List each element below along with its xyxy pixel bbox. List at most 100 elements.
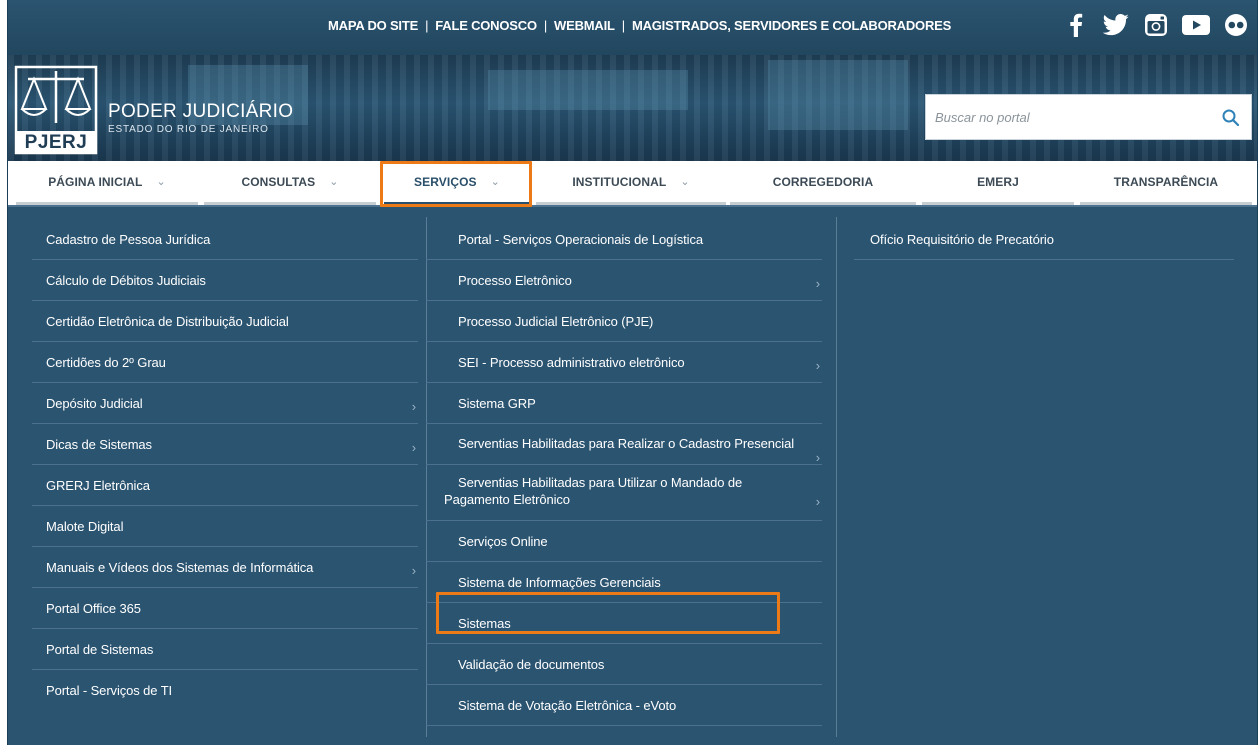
menu-item-grerj-eletronica[interactable]: GRERJ Eletrônica	[32, 465, 418, 506]
menu-item-portal-logistica[interactable]: Portal - Serviços Operacionais de Logíst…	[426, 219, 822, 260]
menu-item-malote-digital[interactable]: Malote Digital	[32, 506, 418, 547]
main-nav: PÁGINA INICIAL ⌄ CONSULTAS ⌄ SERVIÇOS ⌄ INS…	[8, 161, 1257, 205]
nav-label: TRANSPARÊNCIA	[1113, 174, 1219, 189]
chevron-down-icon: ⌄	[329, 176, 339, 188]
chevron-right-icon: ›	[815, 450, 820, 465]
menu-item-label: Serviços Online	[458, 533, 548, 549]
site-map-link[interactable]: MAPA DO SITE	[328, 18, 418, 33]
menu-item-label: Serventias Habilitadas para Realizar o C…	[458, 436, 794, 451]
menu-item-servicos-online[interactable]: Serviços Online	[426, 521, 822, 562]
nav-label: INSTITUCIONAL	[572, 174, 667, 189]
banner-decoration	[768, 60, 908, 130]
chevron-down-icon: ⌄	[490, 176, 500, 188]
menu-item-portal-servicos-ti[interactable]: Portal - Serviços de TI	[32, 670, 418, 711]
page-frame: MAPA DO SITE | FALE CONOSCO | WEBMAIL | MAGIST…	[7, 0, 1258, 745]
menu-item-cadastro-pessoa-juridica[interactable]: Cadastro de Pessoa Jurídica	[32, 219, 418, 260]
menu-item-processo-eletronico[interactable]: Processo Eletrônico ›	[426, 260, 822, 301]
menu-item-sistemas[interactable]: Sistemas	[426, 603, 822, 644]
menu-item-certidoes-2-grau[interactable]: Certidões do 2º Grau	[32, 342, 418, 383]
menu-item-dicas-sistemas[interactable]: Dicas de Sistemas ›	[32, 424, 418, 465]
menu-item-label: Processo Eletrônico	[458, 272, 572, 288]
nav-item-institucional[interactable]: INSTITUCIONAL ⌄	[536, 161, 726, 205]
search-input[interactable]	[926, 95, 1196, 139]
flickr-icon[interactable]	[1222, 12, 1250, 38]
nav-item-corregedoria[interactable]: CORREGEDORIA	[730, 161, 916, 205]
menu-item-label: Dicas de Sistemas	[46, 436, 152, 452]
menu-item-certidao-eletronica[interactable]: Certidão Eletrônica de Distribuição Judi…	[32, 301, 418, 342]
nav-label: CORREGEDORIA	[772, 174, 874, 189]
scales-of-justice-icon: PJERJ	[14, 65, 98, 155]
nav-item-consultas[interactable]: CONSULTAS ⌄	[204, 161, 376, 205]
menu-item-sei[interactable]: SEI - Processo administrativo eletrônico…	[426, 342, 822, 383]
menu-item-label: Depósito Judicial	[46, 395, 143, 411]
brand-title: PODER JUDICIÁRIO	[108, 101, 294, 122]
menu-item-label: Processo Judicial Eletrônico (PJE)	[458, 313, 654, 329]
menu-item-sistema-grp[interactable]: Sistema GRP	[426, 383, 822, 424]
facebook-icon[interactable]	[1062, 12, 1090, 38]
nav-item-transparencia[interactable]: TRANSPARÊNCIA	[1080, 161, 1252, 205]
pjerj-logo[interactable]: PJERJ PODER JUDICIÁRIO ESTADO DO RIO DE …	[14, 65, 293, 155]
menu-item-sistema-informacoes-gerenciais[interactable]: Sistema de Informações Gerenciais	[426, 562, 822, 603]
chevron-right-icon: ›	[411, 440, 416, 455]
menu-item-label: Certidões do 2º Grau	[46, 354, 166, 370]
menu-column-1: Cadastro de Pessoa Jurídica Cálculo de D…	[32, 219, 418, 711]
nav-label: PÁGINA INICIAL	[48, 174, 143, 189]
nav-label: SERVIÇOS	[414, 174, 477, 189]
search-icon[interactable]	[1221, 108, 1241, 128]
menu-item-oficio-requisitorio-precatorio[interactable]: Ofício Requisitório de Precatório	[854, 219, 1234, 260]
top-bar: MAPA DO SITE | FALE CONOSCO | WEBMAIL | MAGIST…	[8, 0, 1257, 55]
header-banner: PJERJ PODER JUDICIÁRIO ESTADO DO RIO DE …	[8, 55, 1257, 161]
nav-item-emerj[interactable]: EMERJ	[922, 161, 1074, 205]
menu-item-validacao-documentos[interactable]: Validação de documentos	[426, 644, 822, 685]
menu-item-manuais-videos[interactable]: Manuais e Vídeos dos Sistemas de Informá…	[32, 547, 418, 588]
nav-label: CONSULTAS	[241, 174, 316, 189]
menu-item-label: Portal de Sistemas	[46, 641, 154, 657]
nav-label: EMERJ	[977, 174, 1019, 189]
menu-item-label: GRERJ Eletrônica	[46, 477, 150, 493]
menu-item-label: Portal Office 365	[46, 600, 141, 616]
menu-item-pje[interactable]: Processo Judicial Eletrônico (PJE)	[426, 301, 822, 342]
nav-item-servicos[interactable]: SERVIÇOS ⌄	[384, 161, 530, 205]
brand-subtitle: ESTADO DO RIO DE JANEIRO	[108, 124, 269, 135]
menu-item-evoto[interactable]: Sistema de Votação Eletrônica - eVoto	[426, 685, 822, 726]
social-links	[1062, 12, 1250, 38]
chevron-right-icon: ›	[815, 358, 820, 373]
menu-item-label: Portal - Serviços de TI	[46, 683, 173, 698]
brand-text: PODER JUDICIÁRIO ESTADO DO RIO DE JANEIR…	[108, 101, 293, 135]
chevron-right-icon: ›	[815, 494, 820, 509]
menu-item-label: SEI - Processo administrativo eletrônico	[458, 354, 685, 370]
menu-item-label: Sistema GRP	[458, 395, 536, 411]
menu-item-portal-office-365[interactable]: Portal Office 365	[32, 588, 418, 629]
menu-item-deposito-judicial[interactable]: Depósito Judicial ›	[32, 383, 418, 424]
menu-item-label: Sistema de Informações Gerenciais	[458, 574, 661, 590]
menu-item-serventias-mandado-pagamento[interactable]: Serventias Habilitadas para Utilizar o M…	[426, 465, 822, 521]
twitter-icon[interactable]	[1102, 12, 1130, 38]
menu-item-label: Manuais e Vídeos dos Sistemas de Informá…	[46, 559, 314, 575]
chevron-right-icon: ›	[815, 276, 820, 291]
menu-item-label: Sistemas	[458, 615, 511, 631]
menu-item-label: Ofício Requisitório de Precatório	[870, 231, 1054, 247]
menu-column-3: Ofício Requisitório de Precatório	[854, 219, 1234, 260]
menu-item-label: Portal - Serviços Operacionais de Logíst…	[458, 231, 703, 247]
column-divider	[836, 217, 837, 737]
menu-item-label: Serventias Habilitadas para Utilizar o M…	[444, 475, 743, 507]
menu-item-label: Certidão Eletrônica de Distribuição Judi…	[46, 313, 289, 329]
menu-item-label: Malote Digital	[46, 518, 124, 534]
staff-link[interactable]: MAGISTRADOS, SERVIDORES E COLABORADORES	[632, 18, 951, 33]
logo-letters: PJERJ	[24, 132, 88, 153]
separator: |	[425, 18, 429, 33]
youtube-icon[interactable]	[1182, 12, 1210, 38]
chevron-down-icon: ⌄	[156, 176, 166, 188]
search-box	[925, 94, 1252, 140]
menu-item-portal-sistemas[interactable]: Portal de Sistemas	[32, 629, 418, 670]
banner-decoration	[488, 70, 688, 110]
top-links: MAPA DO SITE | FALE CONOSCO | WEBMAIL | MAGIST…	[328, 18, 951, 33]
menu-item-calculo-debitos[interactable]: Cálculo de Débitos Judiciais	[32, 260, 418, 301]
contact-link[interactable]: FALE CONOSCO	[435, 18, 537, 33]
instagram-icon[interactable]	[1142, 12, 1170, 38]
chevron-down-icon: ⌄	[680, 176, 690, 188]
servicos-dropdown-panel: Cadastro de Pessoa Jurídica Cálculo de D…	[8, 205, 1257, 745]
menu-item-serventias-cadastro-presencial[interactable]: Serventias Habilitadas para Realizar o C…	[426, 424, 822, 465]
webmail-link[interactable]: WEBMAIL	[554, 18, 615, 33]
nav-item-pagina-inicial[interactable]: PÁGINA INICIAL ⌄	[16, 161, 198, 205]
